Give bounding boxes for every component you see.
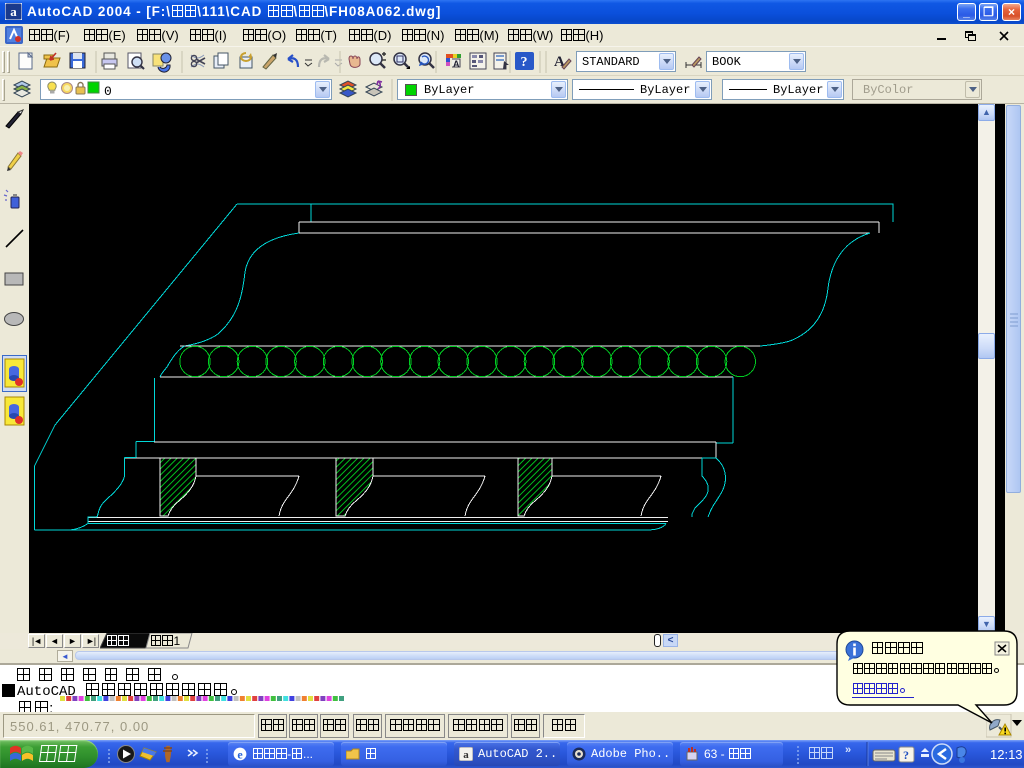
svg-text:?: ? [903,748,909,762]
svg-text:a: a [463,749,469,761]
svg-text:a: a [10,4,17,19]
svg-text:0: 0 [104,84,112,99]
svg-text:e: e [237,748,243,762]
svg-text:?: ? [521,55,528,70]
svg-text:A: A [453,59,460,69]
svg-text:12:13: 12:13 [990,747,1023,762]
